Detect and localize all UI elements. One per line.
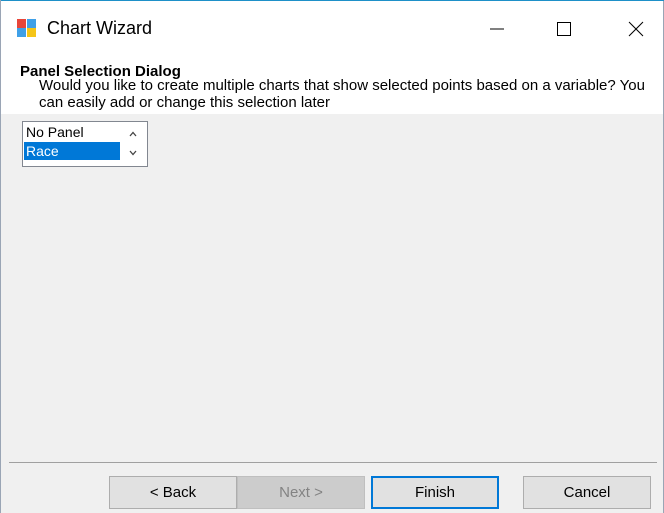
dialog-description: Would you like to create multiple charts… xyxy=(39,77,645,110)
chart-wizard-app-icon xyxy=(17,19,36,37)
back-button[interactable]: < Back xyxy=(109,476,237,509)
scroll-up-button[interactable] xyxy=(123,125,143,143)
next-button[interactable]: Next > xyxy=(237,476,365,509)
window-title: Chart Wizard xyxy=(47,18,153,38)
title-bar[interactable]: Chart Wizard xyxy=(1,0,663,57)
close-button[interactable] xyxy=(613,12,659,46)
scroll-down-button[interactable] xyxy=(123,144,143,162)
list-item-no-panel[interactable]: No Panel xyxy=(24,123,120,141)
chevron-down-icon xyxy=(129,150,137,156)
maximize-button[interactable] xyxy=(541,12,587,46)
finish-button[interactable]: Finish xyxy=(371,476,499,509)
close-icon xyxy=(628,21,644,37)
footer-separator xyxy=(9,462,657,463)
window-top-border xyxy=(1,0,664,1)
minimize-icon xyxy=(490,28,504,30)
chevron-up-icon xyxy=(129,131,137,137)
maximize-icon xyxy=(557,22,571,36)
chart-wizard-window: Chart Wizard Panel Selection Dialog Woul… xyxy=(0,0,664,513)
panel-listbox[interactable]: No Panel Race xyxy=(22,121,148,167)
cancel-button[interactable]: Cancel xyxy=(523,476,651,509)
list-item-race[interactable]: Race xyxy=(24,142,120,160)
minimize-button[interactable] xyxy=(474,12,520,46)
dialog-header: Panel Selection Dialog Would you like to… xyxy=(1,57,663,114)
